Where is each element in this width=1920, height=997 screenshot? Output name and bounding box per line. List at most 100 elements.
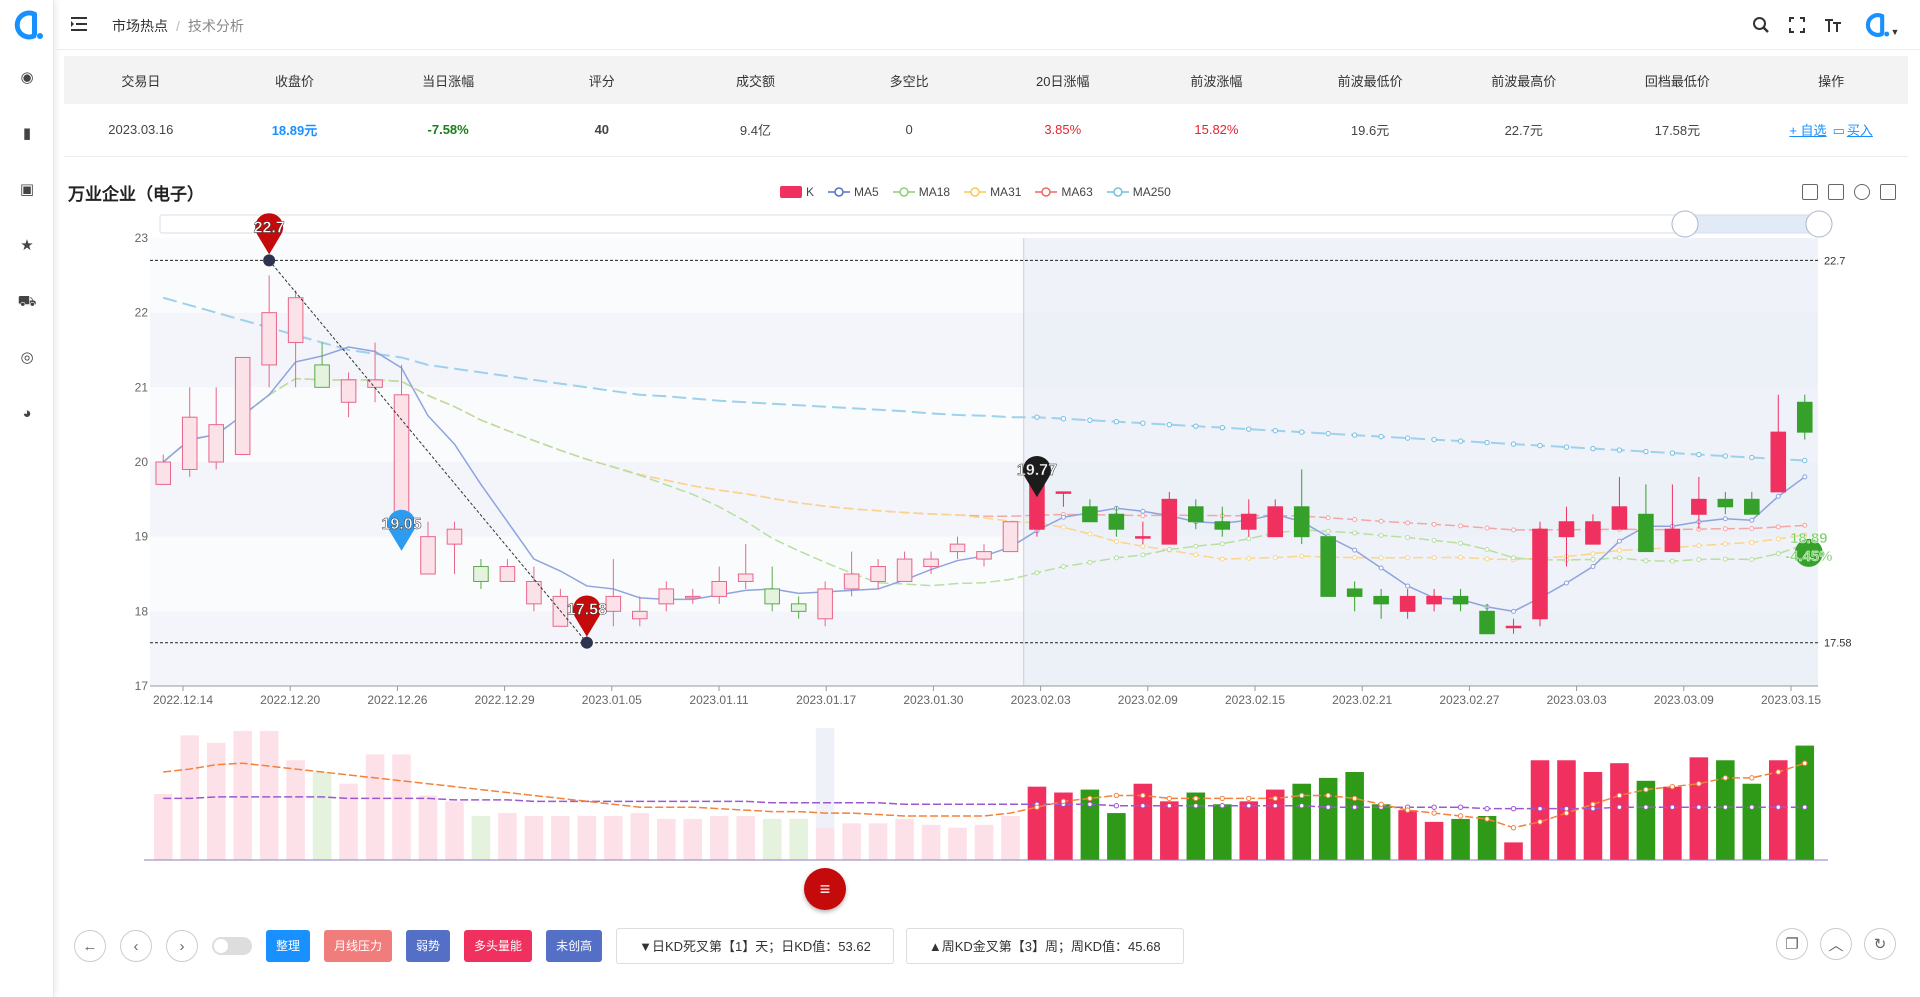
legend-item-k[interactable]: K [780, 185, 814, 199]
ma250-point [1299, 429, 1305, 435]
candle-body [287, 297, 304, 344]
next-button[interactable]: › [166, 930, 198, 962]
candle-body [605, 595, 622, 612]
tag-consolidation[interactable]: 整理 [266, 930, 311, 962]
volume-ma-long-point [1325, 804, 1331, 810]
volume-ma-long-point [1590, 805, 1596, 812]
chart-legend: K MA5 MA18 MA31 MA63 MA250 [780, 185, 1171, 199]
ma31-line-point [1484, 556, 1490, 562]
ma18-line-point [1325, 528, 1331, 534]
volume-bar [1371, 804, 1391, 860]
tag-no-new-high[interactable]: 未创高 [546, 930, 603, 962]
ma18-line-point [1060, 564, 1066, 570]
y-tick-label: 20 [135, 455, 149, 469]
globe-icon[interactable]: ◉ [17, 68, 37, 88]
user-avatar[interactable]: ▼ [1858, 13, 1902, 37]
ma31-line-point [1458, 554, 1464, 560]
legend-item-ma5[interactable]: MA5 [828, 185, 879, 199]
legend-swatch [828, 187, 851, 197]
app-logo[interactable] [10, 8, 44, 42]
back-button[interactable]: ← [74, 930, 106, 962]
ma5-line-point [1616, 538, 1622, 544]
ma250-point [1537, 442, 1543, 449]
tag-weak[interactable]: 弱势 [406, 930, 451, 962]
bar-chart-icon[interactable]: ▮ [17, 124, 37, 144]
fullscreen-icon[interactable] [1786, 14, 1808, 36]
ref-line-label: 22.7 [1824, 255, 1845, 267]
header-prev-wave: 前波涨幅 [1190, 73, 1243, 89]
buy-button[interactable]: 买入 [1847, 123, 1873, 138]
copy-icon[interactable]: ❐ [1776, 928, 1808, 960]
ma5-line-point [1563, 580, 1569, 586]
candle-body [684, 595, 701, 599]
volume-ma-long-point [1193, 803, 1199, 809]
candle-body [155, 461, 172, 485]
image-icon[interactable]: ▣ [17, 180, 37, 200]
volume-bar [418, 795, 438, 860]
search-icon[interactable] [1750, 14, 1772, 36]
add-watchlist-button[interactable]: + 自选 [1789, 123, 1826, 138]
legend-item-ma250[interactable]: MA250 [1106, 185, 1171, 199]
scroll-top-icon[interactable]: ︿ [1820, 928, 1852, 960]
header-actions: 操作 [1818, 73, 1845, 89]
ma250-point [1696, 451, 1702, 458]
volume-ma-long-point [1537, 805, 1543, 812]
ma18-line-point [1166, 547, 1172, 553]
volume-ma-long-point [1457, 804, 1464, 810]
candle-body [1505, 625, 1522, 629]
candlestick-chart[interactable]: 17 18 19 20 21 22 23 2022.12.14 2022.12.20 2022.1… [0, 200, 1920, 870]
tag-bullish-volume[interactable]: 多头量能 [464, 930, 533, 962]
prev-button[interactable]: ‹ [120, 930, 152, 962]
font-size-icon[interactable] [1822, 14, 1844, 36]
x-tick-label: 2023.03.03 [1547, 693, 1607, 707]
candle-body [1796, 401, 1813, 433]
zoom-select-icon[interactable] [1802, 184, 1818, 200]
candle-body [1691, 498, 1707, 515]
ma31-line-point [1299, 553, 1305, 559]
candle-body [1770, 431, 1787, 493]
candle-body [1558, 521, 1575, 538]
volume-ma-short-point [1087, 795, 1093, 802]
legend-item-ma18[interactable]: MA18 [892, 185, 950, 199]
zoom-reset-icon[interactable] [1828, 184, 1844, 200]
candle-body [711, 580, 728, 597]
menu-fab-button[interactable]: ≡ [804, 868, 846, 910]
save-image-icon[interactable] [1880, 184, 1896, 200]
volume-bar [498, 813, 517, 860]
breadcrumb-market[interactable]: 市场热点 [112, 18, 168, 34]
legend-item-ma63[interactable]: MA63 [1035, 185, 1093, 199]
legend-swatch [1035, 187, 1058, 197]
volume-bar [1610, 763, 1629, 860]
ma5-line-point [1405, 583, 1411, 589]
tag-monthly-pressure[interactable]: 月线压力 [324, 930, 393, 962]
header-date: 交易日 [121, 73, 161, 89]
volume-ma-short-point [1722, 775, 1729, 781]
cell-actions: + 自选 ▭ 买入 [1754, 104, 1908, 156]
restore-icon[interactable] [1854, 184, 1870, 200]
toggle-switch[interactable] [212, 937, 252, 955]
ma250-point [1802, 457, 1808, 464]
volume-bar [1769, 760, 1788, 860]
volume-bar [1477, 816, 1497, 860]
menu-toggle-icon[interactable] [70, 15, 88, 33]
volume-ma-short-point [1696, 781, 1702, 787]
volume-ma-long-point [1669, 804, 1676, 810]
ma63-line-point [1325, 515, 1331, 521]
volume-ma-long-point [1087, 801, 1093, 807]
ma250-point [1669, 450, 1676, 456]
ma250-point [1378, 433, 1384, 440]
volume-bar [683, 818, 703, 860]
ma5-line-point [1802, 474, 1808, 480]
x-tick-label: 2023.03.15 [1761, 693, 1821, 707]
volume-bar [392, 754, 411, 860]
breadcrumb-analysis: 技术分析 [187, 18, 244, 34]
legend-item-ma31[interactable]: MA31 [964, 185, 1021, 199]
volume-bar [1318, 777, 1338, 860]
ma63-line-point [1802, 522, 1808, 528]
refresh-icon[interactable]: ↻ [1864, 928, 1896, 960]
ma18-line-point [1458, 540, 1464, 546]
x-tick-label: 2022.12.14 [153, 693, 213, 707]
candle-body [1267, 506, 1284, 538]
ma250-point [1193, 423, 1199, 429]
low-dot [580, 636, 593, 649]
